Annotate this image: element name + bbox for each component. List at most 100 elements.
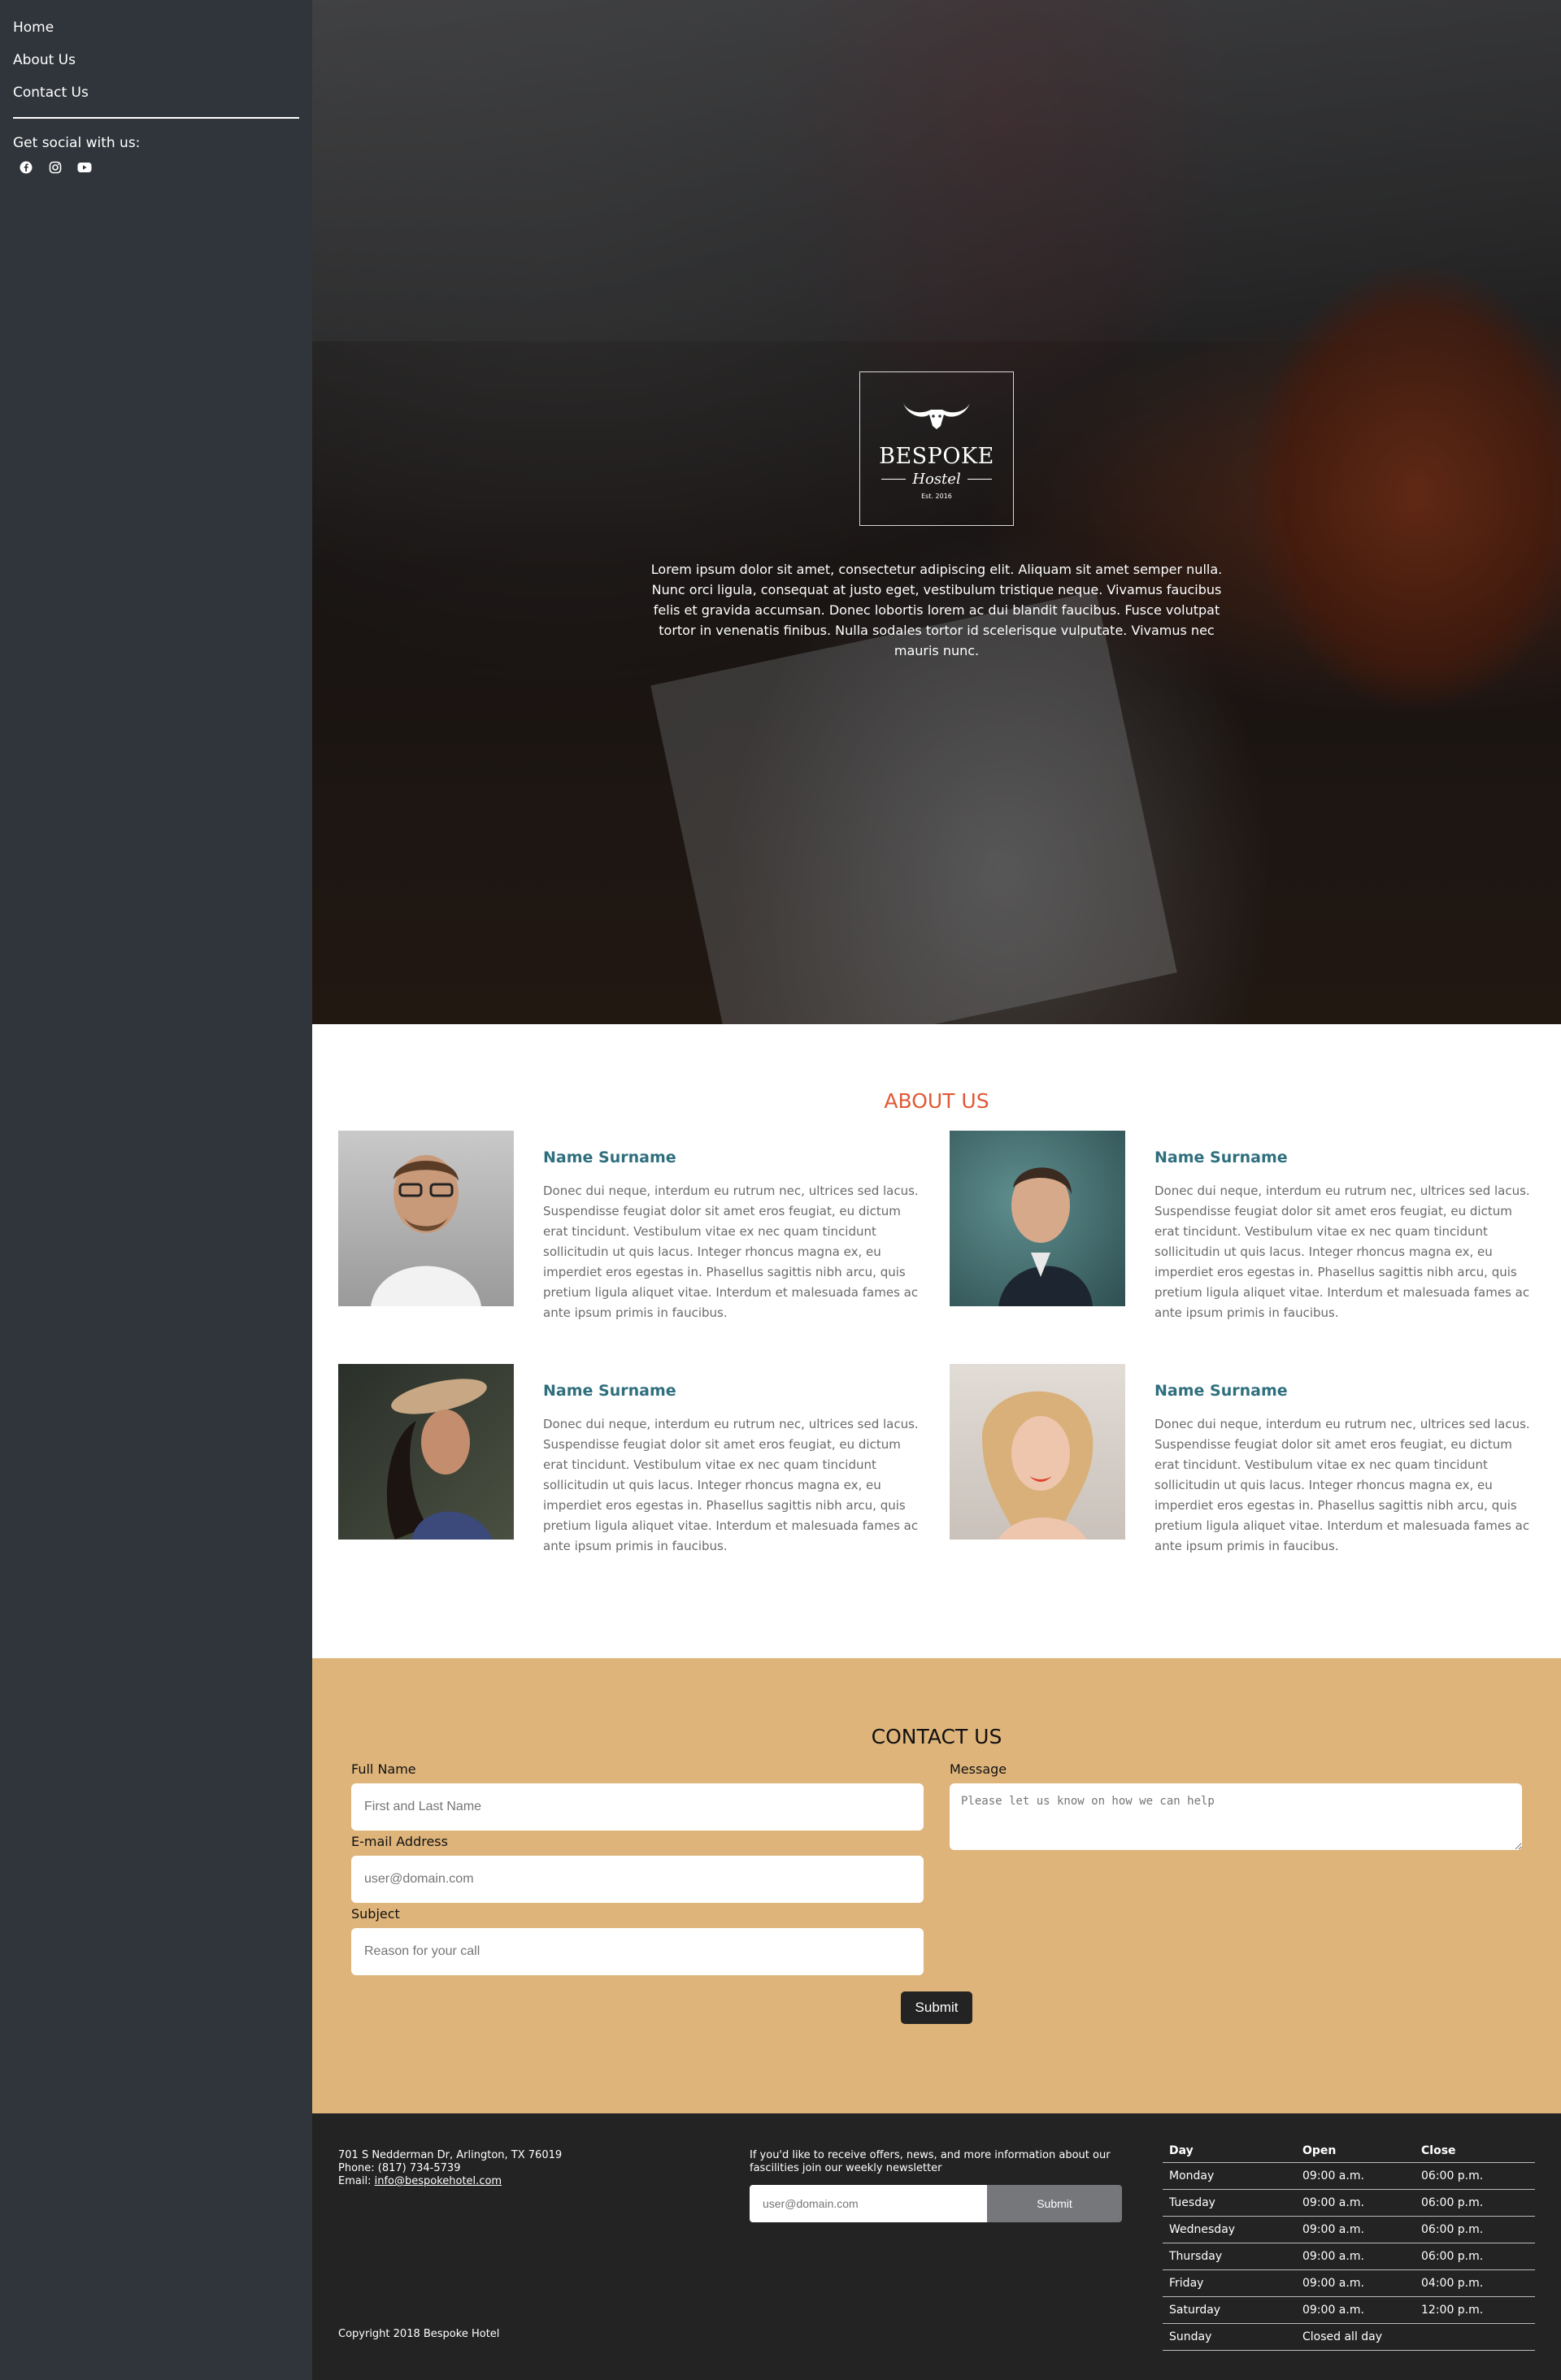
team-member-body: Name Surname Donec dui neque, interdum e…	[1154, 1131, 1538, 1323]
about-section: ABOUT US Name Surname Donec dui neque, i…	[312, 1024, 1561, 1658]
team-member: Name Surname Donec dui neque, interdum e…	[338, 1131, 950, 1323]
hours-row: Monday 09:00 a.m. 06:00 p.m.	[1163, 2162, 1535, 2190]
nav-home-link[interactable]: Home	[13, 20, 299, 36]
bull-skull-icon	[903, 402, 970, 429]
copyright: Copyright 2018 Bespoke Hotel	[338, 2328, 500, 2340]
hours-day: Tuesday	[1163, 2189, 1296, 2217]
team-member: Name Surname Donec dui neque, interdum e…	[950, 1364, 1561, 1557]
team-member-photo	[950, 1131, 1125, 1306]
team-member-name: Name Surname	[543, 1382, 676, 1400]
email-label: E-mail Address	[351, 1834, 448, 1849]
hours-day: Wednesday	[1163, 2216, 1296, 2243]
hours-row: Thursday 09:00 a.m. 06:00 p.m.	[1163, 2243, 1535, 2270]
team-member-body: Name Surname Donec dui neque, interdum e…	[1154, 1364, 1538, 1557]
message-textarea[interactable]	[950, 1783, 1522, 1850]
team-member: Name Surname Donec dui neque, interdum e…	[338, 1364, 950, 1557]
sidebar-divider	[13, 117, 299, 119]
contact-submit-button[interactable]: Submit	[900, 1991, 973, 2024]
newsletter-text: If you'd like to receive offers, news, a…	[750, 2149, 1111, 2174]
team-member-body: Name Surname Donec dui neque, interdum e…	[543, 1364, 927, 1557]
team-member-photo	[338, 1364, 514, 1540]
newsletter: If you'd like to receive offers, news, a…	[750, 2149, 1124, 2222]
hours-header-open: Open	[1296, 2139, 1415, 2163]
sidebar: Home About Us Contact Us Get social with…	[0, 0, 312, 2380]
submit-row: Submit	[312, 1991, 1561, 2024]
hours-open: 09:00 a.m.	[1296, 2216, 1415, 2243]
hours-row: Tuesday 09:00 a.m. 06:00 p.m.	[1163, 2189, 1535, 2217]
social-title: Get social with us:	[13, 135, 141, 151]
newsletter-submit-button[interactable]: Submit	[987, 2185, 1122, 2222]
hours-close: 06:00 p.m.	[1415, 2189, 1535, 2217]
hours-day: Sunday	[1163, 2323, 1296, 2351]
hours-close: 04:00 p.m.	[1415, 2269, 1535, 2297]
hours-open: 09:00 a.m.	[1296, 2189, 1415, 2217]
hours-header-day: Day	[1163, 2139, 1296, 2163]
hero-section: BESPOKE Hostel Est. 2016 Lorem ipsum dol…	[312, 0, 1561, 1024]
hours-header-close: Close	[1415, 2139, 1535, 2163]
message-label: Message	[950, 1761, 1007, 1777]
team-member-photo	[950, 1364, 1125, 1540]
hours-row: Friday 09:00 a.m. 04:00 p.m.	[1163, 2269, 1535, 2297]
logo-title: BESPOKE	[879, 443, 994, 469]
footer-phone: Phone: (817) 734-5739	[338, 2162, 461, 2174]
team-member-name: Name Surname	[1154, 1382, 1288, 1400]
hours-open: 09:00 a.m.	[1296, 2296, 1415, 2324]
hours-open: 09:00 a.m.	[1296, 2162, 1415, 2190]
subject-input[interactable]	[351, 1928, 924, 1975]
facebook-icon[interactable]	[18, 159, 34, 176]
footer-email-link[interactable]: info@bespokehotel.com	[375, 2175, 502, 2187]
footer-contact-info: 701 S Nedderman Dr, Arlington, TX 76019 …	[338, 2149, 562, 2188]
youtube-icon[interactable]	[76, 159, 93, 176]
opening-hours-table: Day Open Close Monday 09:00 a.m. 06:00 p.m…	[1163, 2139, 1535, 2351]
hours-open: 09:00 a.m.	[1296, 2243, 1415, 2270]
team-member-body: Name Surname Donec dui neque, interdum e…	[543, 1131, 927, 1323]
team-member: Name Surname Donec dui neque, interdum e…	[950, 1131, 1561, 1323]
logo-subtitle: Hostel	[912, 470, 961, 488]
footer-email-label: Email:	[338, 2175, 375, 2187]
contact-form-left-column: Full Name E-mail Address Subject	[351, 1761, 924, 1978]
full-name-input[interactable]	[351, 1783, 924, 1831]
social-links	[13, 159, 299, 176]
full-name-label: Full Name	[351, 1761, 416, 1777]
newsletter-form: Submit	[750, 2185, 1124, 2222]
logo-rule-right	[967, 478, 992, 480]
hours-open: 09:00 a.m.	[1296, 2269, 1415, 2297]
logo-rule-left	[881, 478, 907, 480]
hours-day: Thursday	[1163, 2243, 1296, 2270]
about-title: ABOUT US	[884, 1089, 989, 1113]
hours-day: Saturday	[1163, 2296, 1296, 2324]
subject-label: Subject	[351, 1906, 400, 1922]
instagram-icon[interactable]	[47, 159, 63, 176]
hero-intro-text: Lorem ipsum dolor sit amet, consectetur …	[650, 562, 1223, 658]
contact-form: Full Name E-mail Address Subject Message	[312, 1761, 1561, 1978]
newsletter-email-input[interactable]	[750, 2185, 987, 2222]
footer-email-row: Email: info@bespokehotel.com	[338, 2175, 562, 2188]
team-grid: Name Surname Donec dui neque, interdum e…	[312, 1131, 1561, 1557]
team-member-name: Name Surname	[543, 1149, 676, 1166]
email-input[interactable]	[351, 1856, 924, 1903]
footer: 701 S Nedderman Dr, Arlington, TX 76019 …	[312, 2113, 1561, 2380]
hours-close: 06:00 p.m.	[1415, 2216, 1535, 2243]
sidebar-nav: Home About Us Contact Us	[13, 20, 299, 101]
hours-open: Closed all day	[1296, 2323, 1415, 2351]
team-member-name: Name Surname	[1154, 1149, 1288, 1166]
nav-about-link[interactable]: About Us	[13, 52, 299, 68]
hours-close: 06:00 p.m.	[1415, 2243, 1535, 2270]
team-member-bio: Donec dui neque, interdum eu rutrum nec,…	[1154, 1417, 1530, 1553]
hours-day: Monday	[1163, 2162, 1296, 2190]
contact-title: CONTACT US	[871, 1725, 1002, 1748]
team-member-bio: Donec dui neque, interdum eu rutrum nec,…	[543, 1417, 919, 1553]
footer-address: 701 S Nedderman Dr, Arlington, TX 76019	[338, 2149, 563, 2161]
hours-day: Friday	[1163, 2269, 1296, 2297]
team-member-bio: Donec dui neque, interdum eu rutrum nec,…	[543, 1183, 919, 1320]
contact-form-right-column: Message	[950, 1761, 1522, 1978]
logo-established: Est. 2016	[921, 492, 952, 500]
hours-row: Saturday 09:00 a.m. 12:00 p.m.	[1163, 2296, 1535, 2324]
nav-contact-link[interactable]: Contact Us	[13, 85, 299, 101]
hostel-logo: BESPOKE Hostel Est. 2016	[859, 371, 1014, 526]
hours-close: 12:00 p.m.	[1415, 2296, 1535, 2324]
main-content: BESPOKE Hostel Est. 2016 Lorem ipsum dol…	[312, 0, 1561, 2380]
contact-section: CONTACT US Full Name E-mail Address Subj…	[312, 1658, 1561, 2113]
hours-close	[1415, 2323, 1535, 2351]
hours-header-row: Day Open Close	[1163, 2139, 1535, 2163]
